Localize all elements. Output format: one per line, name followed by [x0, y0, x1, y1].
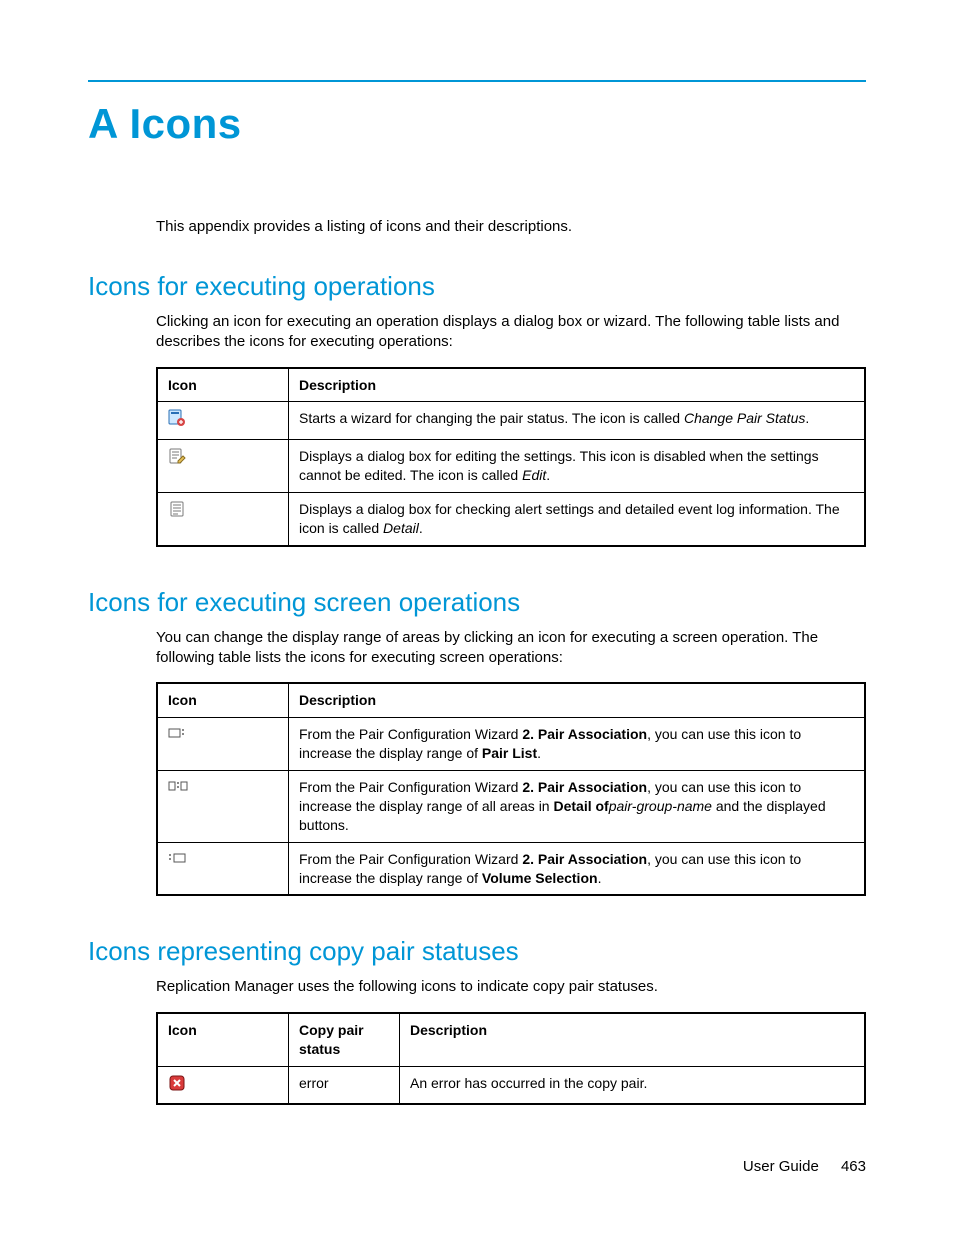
- table-exec-ops: Icon Description Starts a wizard for cha…: [156, 367, 866, 547]
- error-status-icon: [168, 1074, 186, 1097]
- table-row: From the Pair Configuration Wizard 2. Pa…: [157, 718, 865, 771]
- icon-cell: [157, 771, 289, 843]
- status-cell: error: [289, 1066, 400, 1104]
- table-row: Displays a dialog box for editing the se…: [157, 440, 865, 493]
- page-number: 463: [841, 1158, 866, 1175]
- col-header-icon: Icon: [157, 683, 289, 717]
- expand-volume-selection-icon: [168, 851, 188, 870]
- icon-cell: [157, 440, 289, 493]
- table-row: From the Pair Configuration Wizard 2. Pa…: [157, 842, 865, 895]
- col-header-status: Copy pair status: [289, 1013, 400, 1066]
- desc-cell: Displays a dialog box for editing the se…: [289, 440, 866, 493]
- section-body-exec-ops: Clicking an icon for executing an operat…: [156, 312, 866, 353]
- col-header-icon: Icon: [157, 1013, 289, 1066]
- icon-cell: [157, 842, 289, 895]
- expand-pair-list-icon: [168, 726, 188, 745]
- desc-cell: Starts a wizard for changing the pair st…: [289, 402, 866, 440]
- desc-cell: From the Pair Configuration Wizard 2. Pa…: [289, 718, 866, 771]
- table-copy-pair: Icon Copy pair status Description error …: [156, 1012, 866, 1106]
- change-pair-status-icon: [168, 409, 186, 432]
- icon-cell: [157, 493, 289, 546]
- desc-cell: From the Pair Configuration Wizard 2. Pa…: [289, 842, 866, 895]
- detail-icon: [168, 500, 186, 523]
- table-screen-ops: Icon Description From the Pair Configura…: [156, 682, 866, 896]
- table-row: From the Pair Configuration Wizard 2. Pa…: [157, 771, 865, 843]
- table-row: Starts a wizard for changing the pair st…: [157, 402, 865, 440]
- section-body-copy-pair: Replication Manager uses the following i…: [156, 977, 866, 997]
- intro-paragraph: This appendix provides a listing of icon…: [156, 218, 866, 235]
- icon-cell: [157, 718, 289, 771]
- edit-icon: [168, 447, 186, 470]
- desc-cell: An error has occurred in the copy pair.: [400, 1066, 866, 1104]
- icon-cell: [157, 1066, 289, 1104]
- section-body-screen-ops: You can change the display range of area…: [156, 628, 866, 669]
- section-heading-screen-ops: Icons for executing screen operations: [88, 587, 866, 618]
- desc-cell: From the Pair Configuration Wizard 2. Pa…: [289, 771, 866, 843]
- col-header-icon: Icon: [157, 368, 289, 402]
- footer-label: User Guide: [743, 1158, 819, 1175]
- table-row: error An error has occurred in the copy …: [157, 1066, 865, 1104]
- col-header-desc: Description: [289, 368, 866, 402]
- top-rule: [88, 80, 866, 82]
- footer: User Guide 463: [743, 1158, 866, 1175]
- icon-cell: [157, 402, 289, 440]
- section-heading-exec-ops: Icons for executing operations: [88, 271, 866, 302]
- page: A Icons This appendix provides a listing…: [0, 0, 954, 1235]
- expand-detail-icon: [168, 779, 188, 798]
- table-header-row: Icon Description: [157, 683, 865, 717]
- table-header-row: Icon Copy pair status Description: [157, 1013, 865, 1066]
- appendix-title: A Icons: [88, 100, 866, 148]
- section-heading-copy-pair: Icons representing copy pair statuses: [88, 936, 866, 967]
- table-row: Displays a dialog box for checking alert…: [157, 493, 865, 546]
- desc-cell: Displays a dialog box for checking alert…: [289, 493, 866, 546]
- table-header-row: Icon Description: [157, 368, 865, 402]
- col-header-desc: Description: [289, 683, 866, 717]
- col-header-desc: Description: [400, 1013, 866, 1066]
